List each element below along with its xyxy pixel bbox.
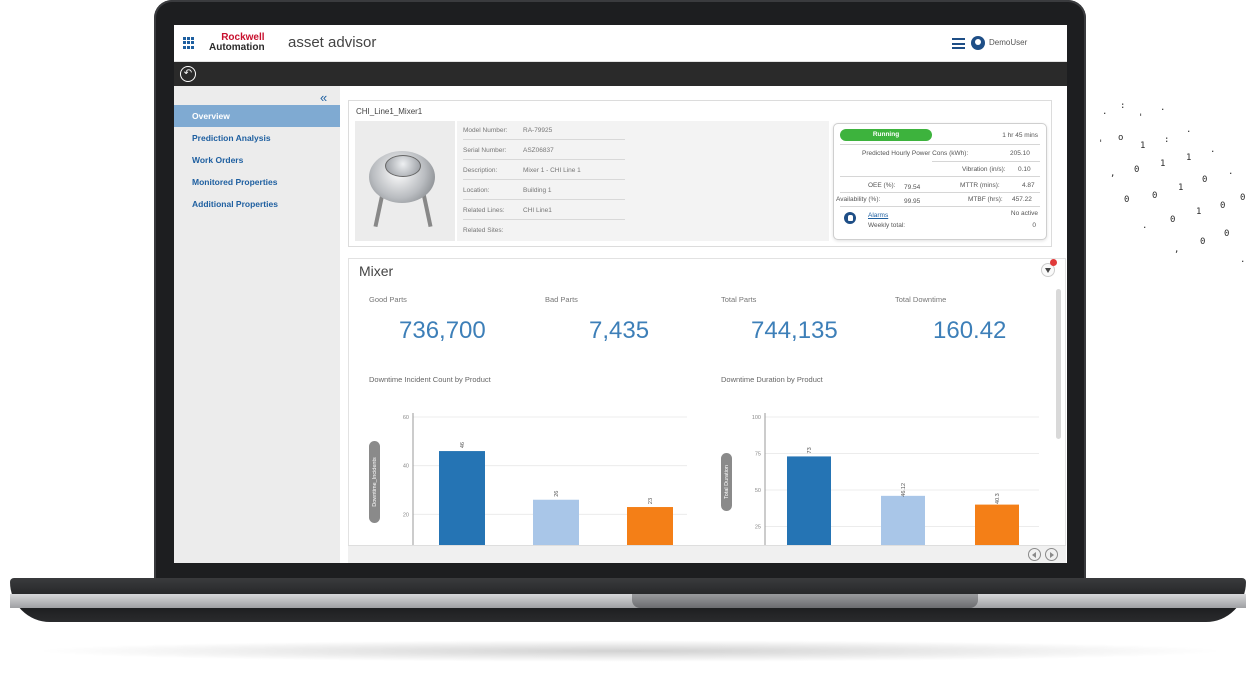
power-cost-label: Predicted Hourly Power Cons (kWh):	[862, 150, 969, 157]
navigation-bar: ↶	[174, 62, 1067, 86]
mttr-value: 4.87	[1022, 182, 1035, 189]
sidebar-item-monitored-properties[interactable]: Monitored Properties	[174, 171, 340, 193]
trackpad-notch	[632, 594, 978, 608]
info-related-sites: Related Sites:	[463, 227, 504, 234]
user-avatar-icon[interactable]	[971, 36, 985, 50]
alarms-link[interactable]: Alarms	[868, 212, 888, 219]
sidebar: « Overview Prediction Analysis Work Orde…	[174, 86, 340, 563]
kpi-label-good-parts: Good Parts	[369, 295, 407, 304]
info-model-number: Model Number: RA-79925	[463, 121, 625, 140]
asset-summary-panel: CHI_Line1_Mixer1 Model Number: RA-79925 S…	[348, 100, 1052, 247]
weekly-total-value: 0	[1032, 222, 1036, 229]
y-tick-label: 75	[755, 452, 761, 458]
sidebar-item-additional-properties[interactable]: Additional Properties	[174, 193, 340, 215]
laptop-base	[10, 578, 1246, 622]
data-label: 40.3	[995, 493, 1001, 504]
availability-label: Availability (%):	[836, 196, 881, 203]
bottom-bar	[348, 545, 1066, 563]
filter-notification-badge	[1050, 259, 1057, 266]
kpi-label-bad-parts: Bad Parts	[545, 295, 578, 304]
alarms-status: No active	[1010, 210, 1038, 217]
asset-info: Model Number: RA-79925 Serial Number: ASZ0…	[457, 121, 829, 241]
app-screen: Rockwell Automation asset advisor DemoUs…	[174, 25, 1067, 563]
info-description: Description: Mixer 1 - CHI Line 1	[463, 161, 625, 180]
info-location: Location: Building 1	[463, 181, 625, 200]
laptop-mockup: .: '. ' o 1:. ,011. 0010. .0100 ,00. Rockwe…	[0, 0, 1256, 686]
data-label: 23	[648, 498, 654, 504]
y-tick-label: 60	[403, 415, 409, 421]
alarm-bell-icon	[844, 212, 856, 224]
decorative-binary-dots: .: '. ' o 1:. ,011. 0010. .0100 ,00.	[1098, 101, 1246, 265]
mtbf-value: 457.22	[1012, 196, 1032, 203]
laptop-shadow	[30, 640, 1230, 662]
availability-value: 99.95	[904, 198, 921, 205]
mixer-section: Mixer Good Parts 736,700 Bad Parts 7,435…	[348, 258, 1066, 563]
sidebar-item-overview[interactable]: Overview	[174, 105, 340, 127]
data-label: 46	[460, 442, 466, 448]
brand-logo: Rockwell Automation	[209, 32, 265, 53]
y-axis-label-incidents: Downtime_Incidents	[369, 441, 380, 523]
hamburger-menu-icon[interactable]	[952, 38, 965, 49]
y-tick-label: 50	[755, 488, 761, 494]
kpi-value-good-parts: 736,700	[399, 317, 486, 344]
scrollbar[interactable]	[1056, 289, 1061, 439]
app-grid-icon[interactable]	[183, 37, 195, 49]
kpi-value-total-parts: 744,135	[751, 317, 838, 344]
running-duration: 1 hr 45 mins	[1002, 132, 1038, 139]
running-status-badge: Running	[840, 129, 932, 141]
collapse-sidebar-icon[interactable]: «	[320, 90, 327, 105]
y-axis-label-duration: Total Duration	[721, 453, 732, 511]
sidebar-item-prediction-analysis[interactable]: Prediction Analysis	[174, 127, 340, 149]
laptop-base-lip	[10, 594, 1246, 608]
previous-page-icon[interactable]	[1028, 548, 1041, 561]
data-label: 26	[554, 491, 560, 497]
asset-title: CHI_Line1_Mixer1	[356, 107, 423, 116]
vibration-label: Vibration (in/s):	[962, 166, 1006, 173]
mtbf-label: MTBF (hrs):	[968, 196, 1003, 203]
top-app-bar: Rockwell Automation asset advisor DemoUs…	[174, 25, 1067, 62]
mttr-label: MTTR (mins):	[960, 182, 1000, 189]
downtime-duration-chart: 10075502507346.1240.3	[752, 413, 1039, 563]
next-page-icon[interactable]	[1045, 548, 1058, 561]
chart-title-incident-count: Downtime Incident Count by Product	[369, 375, 491, 384]
y-tick-label: 40	[403, 464, 409, 470]
kpi-value-total-downtime: 160.42	[933, 317, 1007, 344]
kpi-label-total-parts: Total Parts	[721, 295, 757, 304]
back-icon[interactable]: ↶	[180, 66, 196, 82]
kpi-value-bad-parts: 7,435	[589, 317, 650, 344]
kpi-label-total-downtime: Total Downtime	[895, 295, 947, 304]
y-tick-label: 20	[403, 512, 409, 518]
chart-title-downtime-duration: Downtime Duration by Product	[721, 375, 823, 384]
vibration-value: 0.10	[1018, 166, 1031, 173]
mixer-image	[355, 121, 455, 241]
y-tick-label: 25	[755, 525, 761, 531]
info-related-lines: Related Lines: CHI Line1	[463, 201, 625, 220]
weekly-total-label: Weekly total:	[868, 222, 906, 229]
sidebar-item-work-orders[interactable]: Work Orders	[174, 149, 340, 171]
data-label: 73	[807, 447, 813, 453]
incident-count-chart: 6040200462623	[403, 413, 687, 563]
data-label: 46.12	[901, 483, 907, 497]
app-name: asset advisor	[288, 34, 377, 51]
info-serial-number: Serial Number: ASZ06837	[463, 141, 625, 160]
status-card: Running 1 hr 45 mins Predicted Hourly Po…	[833, 123, 1047, 240]
oee-value: 79.54	[904, 184, 921, 191]
y-tick-label: 100	[752, 415, 761, 421]
oee-label: OEE (%):	[868, 182, 896, 189]
user-name[interactable]: DemoUser	[989, 38, 1027, 47]
power-cost-value: 205.10	[1010, 150, 1030, 157]
section-title: Mixer	[359, 263, 394, 279]
